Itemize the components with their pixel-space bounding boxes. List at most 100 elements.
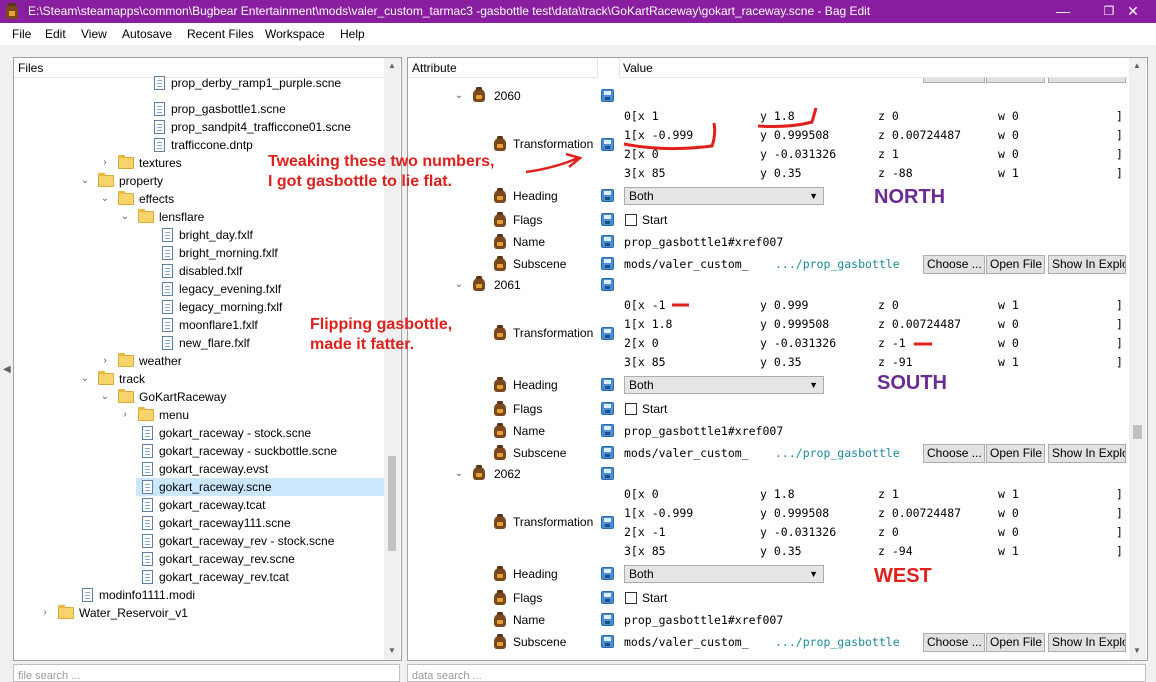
tree-item[interactable]: trafficcone.dntp: [154, 136, 253, 154]
save-icon[interactable]: [601, 613, 614, 626]
open-file-button[interactable]: Open File: [986, 255, 1045, 274]
menu-autosave[interactable]: Autosave: [122, 27, 172, 41]
chevron-down-icon[interactable]: ⌄: [80, 370, 90, 388]
matrix-cell[interactable]: 0[x -1: [624, 298, 666, 312]
save-icon[interactable]: [601, 446, 614, 459]
tree-item[interactable]: gokart_raceway_rev.scne: [142, 550, 295, 568]
tree-item[interactable]: Water_Reservoir_v1: [58, 604, 188, 622]
name-value[interactable]: prop_gasbottle1#xref007: [624, 424, 783, 438]
value-column-header[interactable]: Value: [619, 58, 1129, 78]
matrix-cell[interactable]: 2[x 0: [624, 147, 659, 161]
choose-button[interactable]: Choose ...: [923, 633, 985, 652]
matrix-cell[interactable]: w 0: [998, 336, 1019, 350]
start-checkbox[interactable]: [625, 403, 637, 415]
close-button[interactable]: ✕: [1110, 0, 1156, 23]
tree-item[interactable]: property: [98, 172, 163, 190]
matrix-cell[interactable]: z -1: [878, 336, 906, 350]
tree-item[interactable]: gokart_raceway.tcat: [142, 496, 266, 514]
chevron-down-icon[interactable]: ⌄: [80, 172, 90, 190]
matrix-cell[interactable]: y 0.35: [760, 355, 802, 369]
tree-item[interactable]: prop_derby_ramp1_purple.scne: [154, 74, 341, 92]
matrix-cell[interactable]: y 0.999508: [760, 506, 829, 520]
data-search-input[interactable]: data search ...: [407, 664, 1146, 682]
start-checkbox[interactable]: [625, 214, 637, 226]
matrix-cell[interactable]: w 0: [998, 147, 1019, 161]
matrix-cell[interactable]: 2[x 0: [624, 336, 659, 350]
chevron-down-icon[interactable]: ⌄: [454, 87, 464, 105]
save-icon[interactable]: [601, 402, 614, 415]
save-icon[interactable]: [601, 89, 614, 102]
tree-item[interactable]: gokart_raceway.evst: [142, 460, 268, 478]
matrix-cell[interactable]: w 0: [998, 525, 1019, 539]
matrix-cell[interactable]: w 1: [998, 298, 1019, 312]
scrollbar-thumb[interactable]: [1133, 425, 1142, 439]
save-icon[interactable]: [601, 378, 614, 391]
chevron-right-icon[interactable]: ›: [120, 406, 130, 424]
save-icon[interactable]: [601, 189, 614, 202]
tree-item[interactable]: gokart_raceway_rev - stock.scne: [142, 532, 334, 550]
name-value[interactable]: prop_gasbottle1#xref007: [624, 613, 783, 627]
tree-item[interactable]: modinfo1111.modi: [82, 586, 195, 604]
matrix-cell[interactable]: z 0.00724487: [878, 506, 961, 520]
matrix-cell[interactable]: y 0.999: [760, 298, 808, 312]
save-icon[interactable]: [601, 257, 614, 270]
tree-item[interactable]: disabled.fxlf: [162, 262, 242, 280]
save-icon[interactable]: [601, 424, 614, 437]
matrix-cell[interactable]: w 0: [998, 128, 1019, 142]
matrix-cell[interactable]: 3[x 85: [624, 166, 666, 180]
minimize-button[interactable]: —: [1040, 0, 1086, 23]
tree-item[interactable]: legacy_evening.fxlf: [162, 280, 281, 298]
matrix-cell[interactable]: w 0: [998, 317, 1019, 331]
matrix-cell[interactable]: w 1: [998, 355, 1019, 369]
matrix-cell[interactable]: 0[x 0: [624, 487, 659, 501]
tree-item[interactable]: prop_gasbottle1.scne: [154, 100, 286, 118]
chevron-down-icon[interactable]: ⌄: [454, 276, 464, 294]
matrix-cell[interactable]: w 1: [998, 487, 1019, 501]
save-icon[interactable]: [601, 635, 614, 648]
matrix-cell[interactable]: y 1.8: [760, 109, 795, 123]
tree-item[interactable]: bright_day.fxlf: [162, 226, 253, 244]
file-search-input[interactable]: file search ...: [13, 664, 400, 682]
choose-button[interactable]: Choose ...: [923, 255, 985, 274]
matrix-cell[interactable]: z 0.00724487: [878, 128, 961, 142]
tree-item[interactable]: GoKartRaceway: [118, 388, 226, 406]
tree-item[interactable]: lensflare: [138, 208, 204, 226]
save-icon[interactable]: [601, 213, 614, 226]
collapse-left-icon[interactable]: ◀: [3, 364, 11, 375]
tree-item[interactable]: weather: [118, 352, 182, 370]
matrix-cell[interactable]: z 0: [878, 525, 899, 539]
scroll-down-icon[interactable]: ▼: [388, 646, 396, 655]
tree-item[interactable]: legacy_morning.fxlf: [162, 298, 282, 316]
save-icon[interactable]: [601, 467, 614, 480]
matrix-cell[interactable]: 3[x 85: [624, 544, 666, 558]
matrix-cell[interactable]: w 0: [998, 506, 1019, 520]
matrix-cell[interactable]: z 0: [878, 298, 899, 312]
chevron-right-icon[interactable]: ›: [40, 604, 50, 622]
open-file-button[interactable]: Open File: [986, 444, 1045, 463]
chevron-down-icon[interactable]: ⌄: [100, 388, 110, 406]
matrix-cell[interactable]: y -0.031326: [760, 147, 836, 161]
matrix-cell[interactable]: z -88: [878, 166, 913, 180]
show-in-explorer-button[interactable]: Show In Explorer: [1048, 633, 1126, 652]
menu-help[interactable]: Help: [340, 27, 365, 41]
tree-item[interactable]: prop_sandpit4_trafficcone01.scne: [154, 118, 351, 136]
matrix-cell[interactable]: w 1: [998, 544, 1019, 558]
tree-item[interactable]: effects: [118, 190, 174, 208]
matrix-cell[interactable]: y 0.999508: [760, 128, 829, 142]
chevron-right-icon[interactable]: ›: [100, 154, 110, 172]
matrix-cell[interactable]: y 0.35: [760, 166, 802, 180]
name-value[interactable]: prop_gasbottle1#xref007: [624, 235, 783, 249]
menu-view[interactable]: View: [81, 27, 107, 41]
matrix-cell[interactable]: y -0.031326: [760, 525, 836, 539]
matrix-cell[interactable]: z 0.00724487: [878, 317, 961, 331]
save-icon[interactable]: [601, 516, 614, 529]
matrix-cell[interactable]: 1[x -0.999: [624, 128, 693, 142]
heading-select[interactable]: Both ▼: [624, 187, 824, 205]
scroll-down-icon[interactable]: ▼: [1133, 646, 1141, 655]
tree-item[interactable]: menu: [138, 406, 189, 424]
tree-item[interactable]: textures: [118, 154, 182, 172]
matrix-cell[interactable]: w 0: [998, 109, 1019, 123]
matrix-cell[interactable]: z -94: [878, 544, 913, 558]
matrix-cell[interactable]: z 1: [878, 147, 899, 161]
matrix-cell[interactable]: y -0.031326: [760, 336, 836, 350]
